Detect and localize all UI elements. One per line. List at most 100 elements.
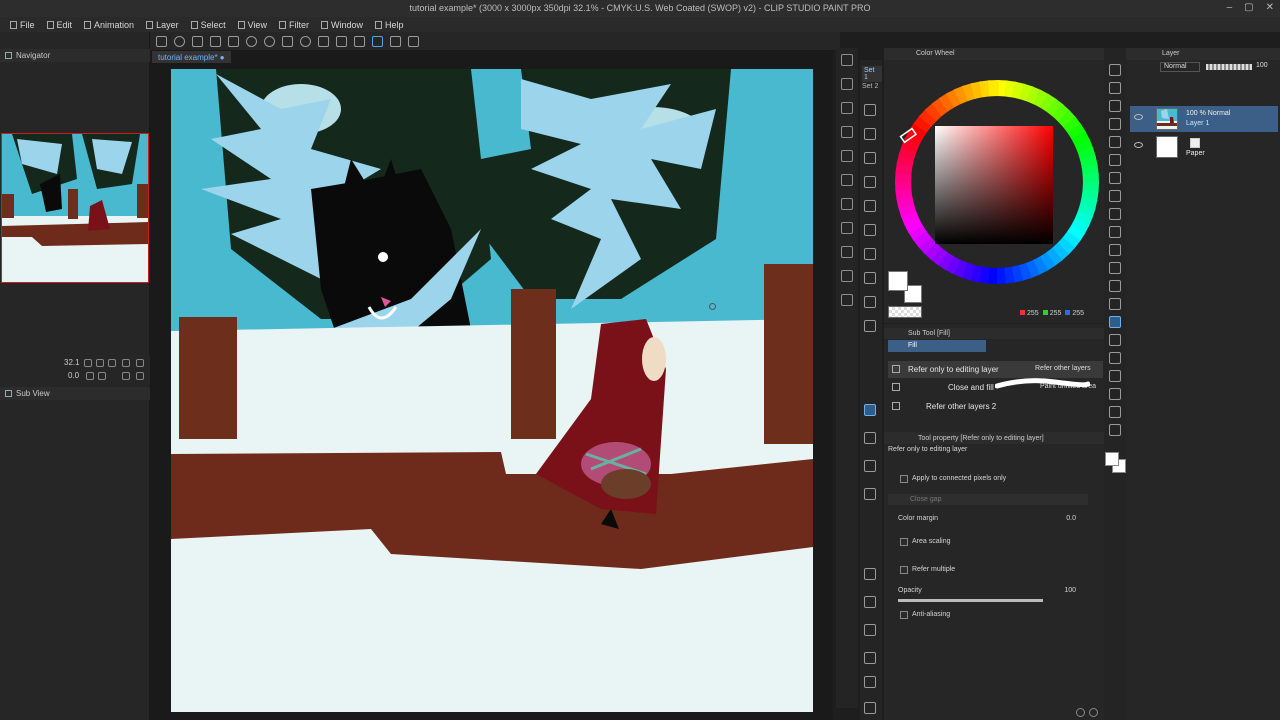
material-icon[interactable] [841,78,853,90]
frame-icon[interactable] [1109,370,1121,382]
fit-icon[interactable] [108,359,116,367]
color-wheel-tab[interactable]: Color Wheel [916,50,955,57]
fill-command-icon[interactable] [300,35,311,47]
document-tab[interactable]: tutorial example* ● [152,51,231,63]
history-icon[interactable] [841,174,853,186]
apply-connected-checkbox[interactable] [900,475,908,483]
opacity-row[interactable]: Opacity 100 [888,587,1100,605]
gradient-tool-icon[interactable] [864,432,876,444]
opacity-slider[interactable] [898,599,1043,602]
approximate-color-icon[interactable] [841,270,853,282]
fill-tool-icon[interactable] [864,404,876,416]
zoom-value[interactable]: 32.1 [64,358,80,367]
menu-view[interactable]: View [234,20,275,30]
property-icon[interactable] [841,126,853,138]
pen-tool-icon[interactable] [864,128,876,140]
pencil-icon[interactable] [1109,154,1121,166]
menu-select[interactable]: Select [187,20,234,30]
rotate-view-icon[interactable] [1076,708,1085,717]
line-icon[interactable] [1109,388,1121,400]
flip-vertical-icon[interactable] [136,372,144,380]
reset-icon[interactable] [136,359,144,367]
zoom-out-icon[interactable] [84,359,92,367]
operation-tool-icon[interactable] [864,568,876,580]
search-icon[interactable] [1109,64,1121,76]
subview-tab[interactable]: Sub View [0,387,150,400]
blend-mode-select[interactable]: Normal [1160,62,1200,72]
lasso-icon[interactable] [1109,280,1121,292]
figure-tool-icon[interactable] [864,460,876,472]
mix-icon[interactable] [841,222,853,234]
layer-opacity-slider[interactable] [1206,64,1252,70]
flip-horizontal-icon[interactable] [122,372,130,380]
grid-icon[interactable] [408,35,419,47]
visibility-eye-icon[interactable] [1134,142,1143,148]
text-icon[interactable] [1109,406,1121,418]
airbrush-icon[interactable] [1109,190,1121,202]
open-icon[interactable] [210,35,221,47]
menu-layer[interactable]: Layer [142,20,187,30]
menu-icon[interactable] [156,35,167,47]
refer-multiple-row[interactable]: Refer multiple [888,566,1100,576]
close-panel-icon[interactable] [841,54,853,66]
layer-row[interactable]: Paper [1130,134,1278,160]
frame-tool-icon[interactable] [864,248,876,260]
intermediate-color-icon[interactable] [841,246,853,258]
blend-icon[interactable] [1109,244,1121,256]
zoom-in-icon[interactable] [96,359,104,367]
anti-aliasing-row[interactable]: Anti-aliasing [888,611,1100,621]
text-tool-icon[interactable] [864,676,876,688]
zoom-tool-icon[interactable] [864,320,876,332]
gradient-icon[interactable] [1109,334,1121,346]
undo-tool-icon[interactable] [864,104,876,116]
zoom-fit-icon[interactable] [1089,708,1098,717]
area-scaling-checkbox[interactable] [900,538,908,546]
tool-set-1[interactable]: Set 1 [862,66,882,82]
hue-segment[interactable] [988,80,999,97]
delete-icon[interactable] [841,102,853,114]
close-button[interactable]: ✕ [1266,2,1274,13]
layer-tab[interactable]: Layer [1162,50,1180,57]
main-color-swatch[interactable] [888,271,908,291]
decoration-tool-icon[interactable] [864,702,876,714]
balloon-tool-icon[interactable] [864,596,876,608]
menu-animation[interactable]: Animation [80,20,142,30]
camera-icon[interactable] [174,35,185,47]
move-layer-icon[interactable] [1109,118,1121,130]
visibility-eye-icon[interactable] [1134,114,1143,120]
selection-tool-icon[interactable] [864,200,876,212]
menu-window[interactable]: Window [317,20,371,30]
menu-filter[interactable]: Filter [275,20,317,30]
layer-row[interactable]: 100 % Normal Layer 1 [1130,106,1278,132]
blend-tool-icon[interactable] [864,488,876,500]
menu-edit[interactable]: Edit [43,20,81,30]
apply-connected-row[interactable]: Apply to connected pixels only [888,475,1100,485]
ruler-tool-icon[interactable] [864,152,876,164]
line-tool-icon[interactable] [864,652,876,664]
rotate-left-icon[interactable] [86,372,94,380]
color-margin-row[interactable]: Color margin 0.0 [888,515,1100,533]
color-margin-value[interactable]: 0.0 [1066,515,1076,522]
snap-icon[interactable] [372,35,383,47]
eyedropper-tool-icon[interactable] [864,272,876,284]
redo-icon[interactable] [264,35,275,47]
anti-aliasing-checkbox[interactable] [900,611,908,619]
marquee-icon[interactable] [1109,298,1121,310]
magnifier-icon[interactable] [1109,82,1121,94]
rotate-right-icon[interactable] [98,372,106,380]
layer-opacity-value[interactable]: 100 [1256,62,1268,69]
area-scaling-row[interactable]: Area scaling [888,538,1100,552]
rotation-value[interactable]: 0.0 [68,371,79,380]
refer-multiple-checkbox[interactable] [900,566,908,574]
ruler-icon[interactable] [390,35,401,47]
brush-icon[interactable] [1109,172,1121,184]
menu-help[interactable]: Help [371,20,412,30]
color-wheel[interactable] [893,78,1101,286]
flip-icon[interactable] [122,359,130,367]
layer-search-icon[interactable] [841,150,853,162]
deselect-icon[interactable] [336,35,347,47]
navigator-tab[interactable]: Navigator [0,49,150,62]
palette-icon[interactable] [841,198,853,210]
undo-icon[interactable] [246,35,257,47]
correction-tool-icon[interactable] [864,624,876,636]
